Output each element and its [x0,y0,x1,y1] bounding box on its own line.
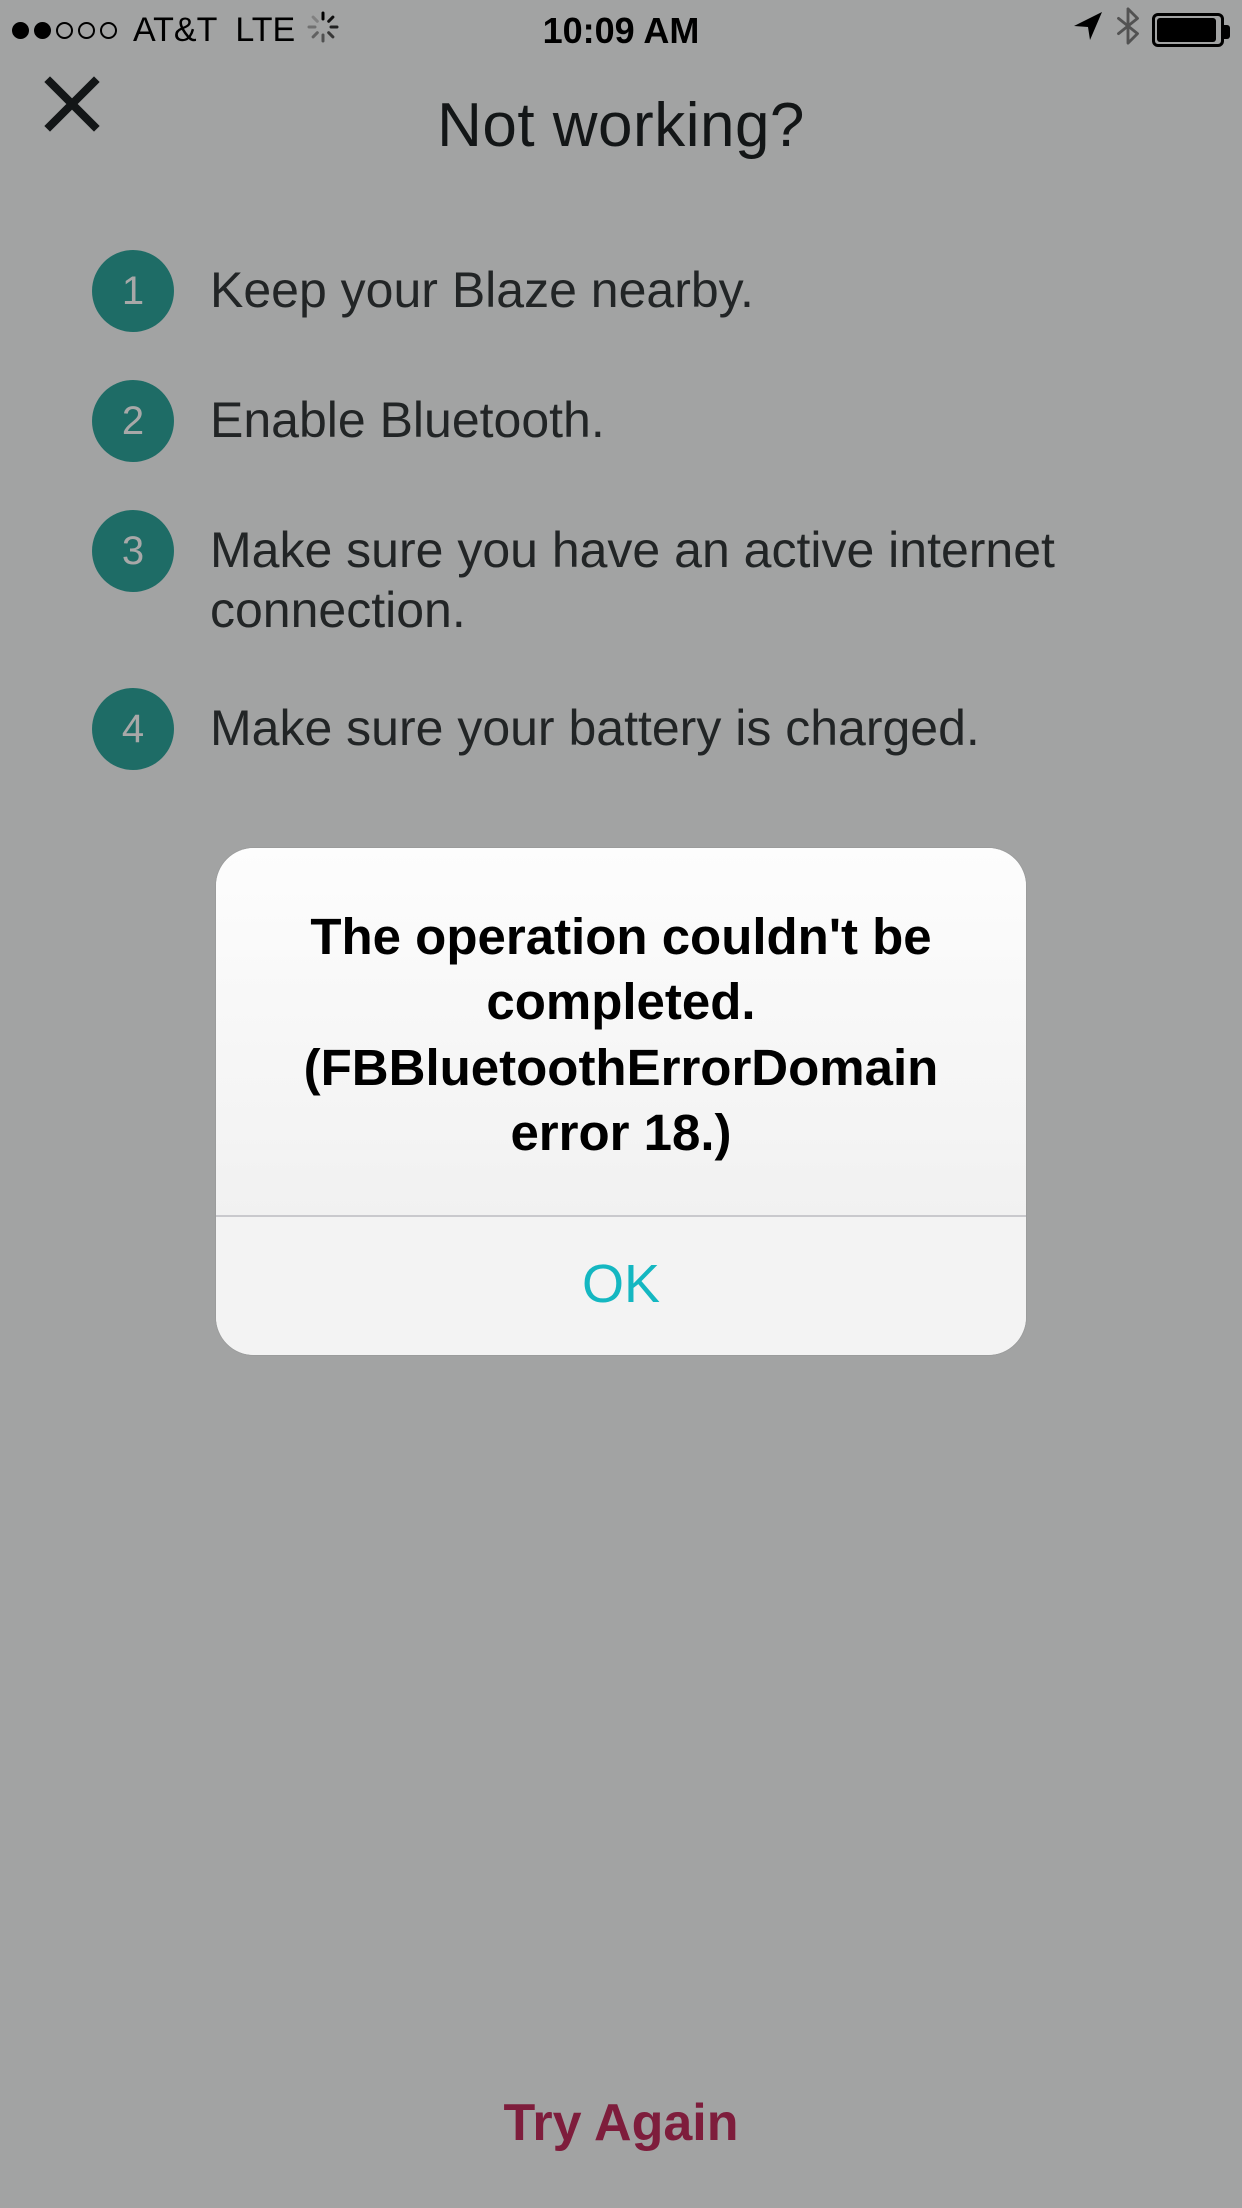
alert-message: The operation couldn't be completed. (FB… [264,904,978,1165]
alert-ok-button[interactable]: OK [216,1217,1026,1355]
alert-dialog: The operation couldn't be completed. (FB… [216,848,1026,1355]
alert-body: The operation couldn't be completed. (FB… [216,848,1026,1215]
